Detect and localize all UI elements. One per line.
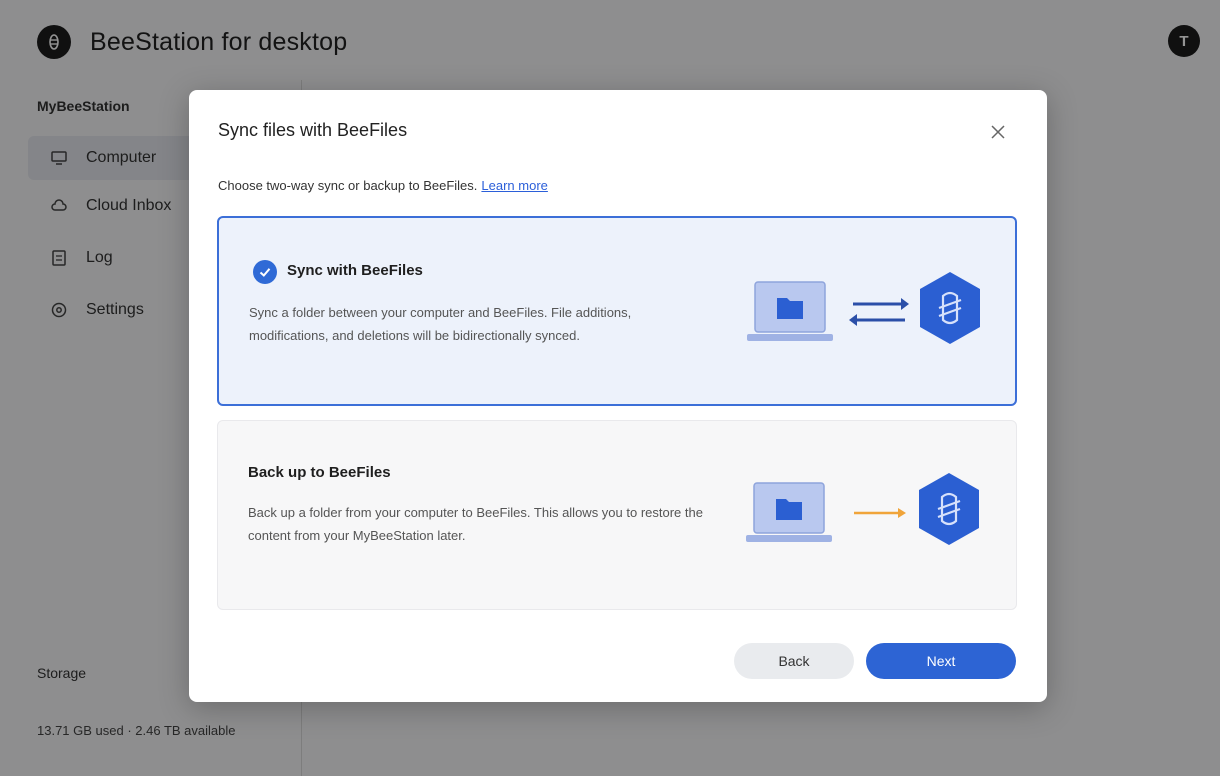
option-sync-with-beefiles[interactable]: Sync with BeeFiles Sync a folder between… bbox=[217, 216, 1017, 406]
sync-files-dialog: Sync files with BeeFiles Choose two-way … bbox=[189, 90, 1047, 702]
backup-arrow-icon bbox=[854, 508, 906, 518]
dialog-description-text: Choose two-way sync or backup to BeeFile… bbox=[218, 178, 478, 193]
backup-illustration bbox=[746, 471, 1006, 561]
sync-illustration bbox=[747, 270, 1007, 360]
option-title: Sync with BeeFiles bbox=[287, 262, 423, 279]
close-icon bbox=[991, 125, 1005, 139]
beefiles-hexagon-icon bbox=[919, 473, 979, 545]
back-button[interactable]: Back bbox=[734, 643, 854, 679]
laptop-icon bbox=[746, 482, 832, 542]
dialog-title: Sync files with BeeFiles bbox=[218, 120, 408, 140]
check-icon bbox=[253, 260, 277, 284]
next-button[interactable]: Next bbox=[866, 643, 1016, 679]
beefiles-hexagon-icon bbox=[920, 272, 980, 344]
two-way-sync-arrows-icon bbox=[849, 298, 909, 326]
laptop-icon bbox=[747, 281, 833, 341]
option-back-up-to-beefiles[interactable]: Back up to BeeFiles Back up a folder fro… bbox=[217, 420, 1017, 610]
option-description: Sync a folder between your computer and … bbox=[249, 305, 632, 343]
option-title: Back up to BeeFiles bbox=[248, 464, 391, 481]
option-description: Back up a folder from your computer to B… bbox=[248, 505, 703, 543]
close-button[interactable] bbox=[986, 120, 1010, 144]
learn-more-link[interactable]: Learn more bbox=[481, 178, 547, 193]
dialog-description: Choose two-way sync or backup to BeeFile… bbox=[218, 178, 548, 193]
